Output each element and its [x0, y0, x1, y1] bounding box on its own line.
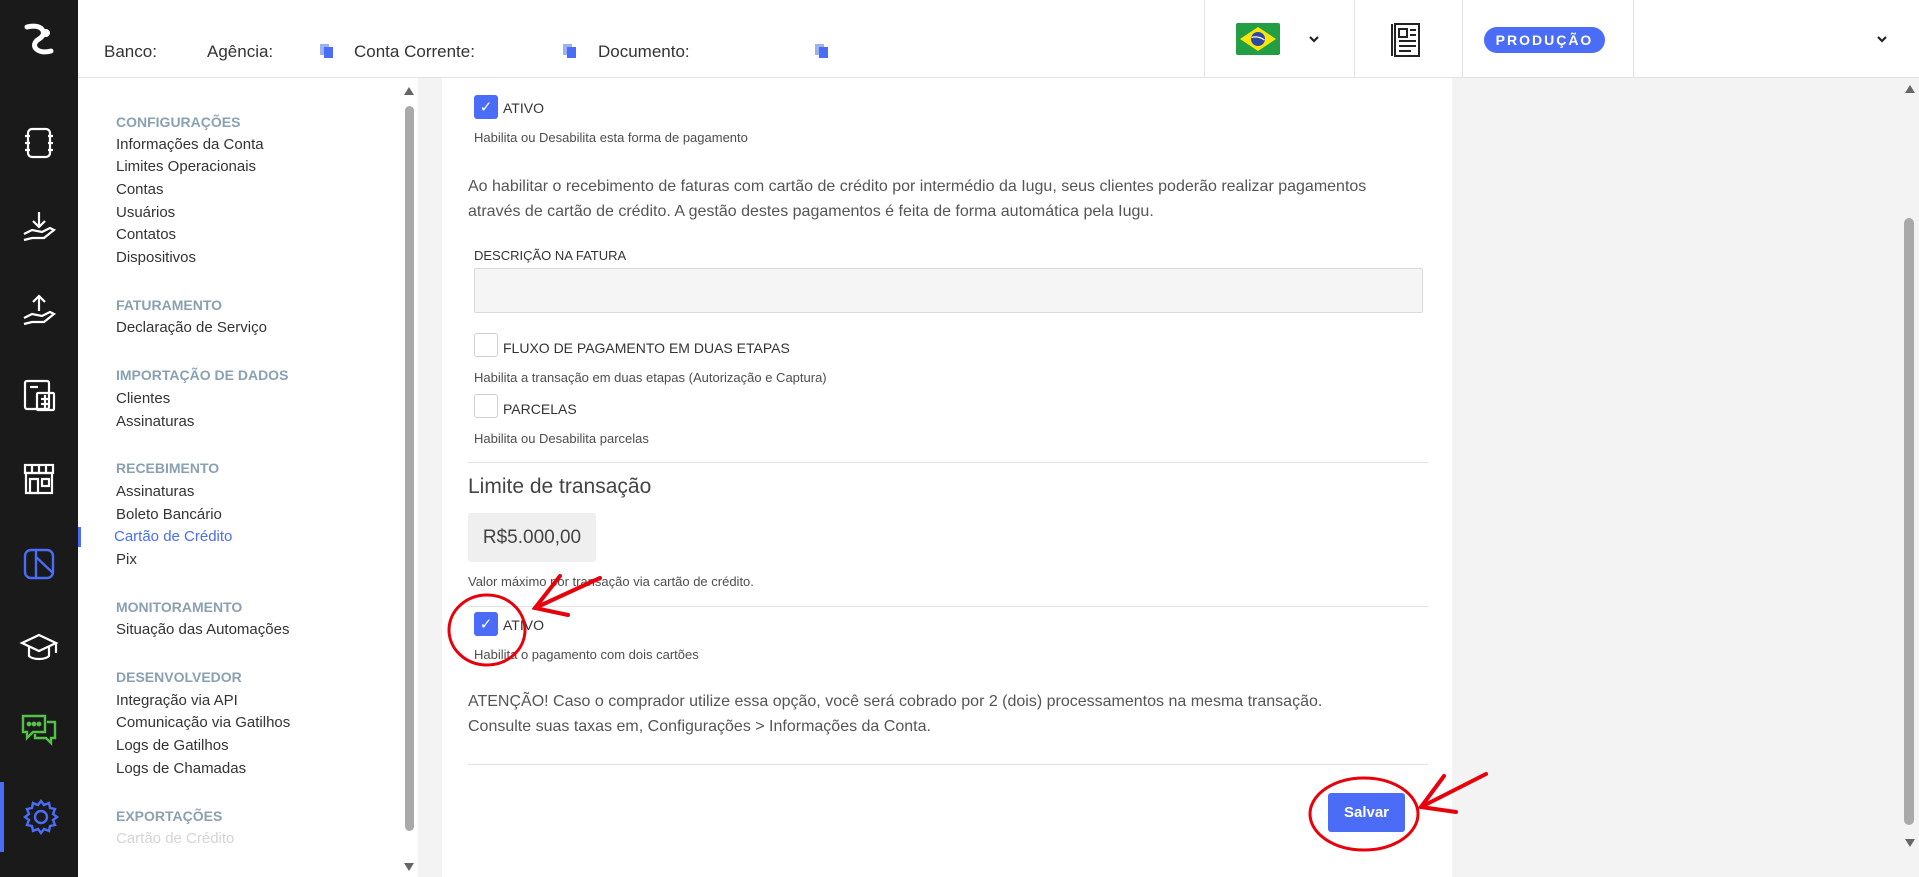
calculator-icon[interactable]: [0, 365, 78, 425]
submenu-item-informacoes-conta[interactable]: Informações da Conta: [116, 136, 264, 153]
submenu-item-logs-chamadas[interactable]: Logs de Chamadas: [116, 760, 246, 777]
divider: [468, 764, 1428, 765]
submenu-item-exportacao-cartao[interactable]: Cartão de Crédito: [116, 830, 234, 847]
submenu-item-clientes[interactable]: Clientes: [116, 390, 170, 407]
submenu-item-usuarios[interactable]: Usuários: [116, 204, 175, 221]
settings-submenu: CONFIGURAÇÕES Informações da Conta Limit…: [78, 78, 418, 877]
ativo-dois-cartoes-label: ATIVO: [503, 617, 544, 633]
submenu-item-dispositivos[interactable]: Dispositivos: [116, 249, 196, 266]
divider: [468, 462, 1428, 463]
banco-label: Banco:: [104, 42, 157, 61]
warning-text-line-2: Consulte suas taxas em, Configurações > …: [468, 718, 931, 735]
documento-label: Documento:: [598, 42, 690, 61]
section-faturamento: FATURAMENTO: [116, 297, 223, 313]
account-chevron-down-icon[interactable]: [1875, 32, 1889, 46]
notebook-icon[interactable]: [0, 113, 78, 173]
submenu-item-situacao-automacoes[interactable]: Situação das Automações: [116, 621, 289, 638]
active-item-marker: [78, 527, 81, 547]
scroll-down-arrow-icon[interactable]: [1904, 838, 1916, 848]
save-button[interactable]: Salvar: [1328, 793, 1405, 832]
agencia-label: Agência:: [207, 42, 274, 61]
fluxo-hint: Habilita a transação em duas etapas (Aut…: [474, 370, 827, 385]
icon-rail: [0, 0, 78, 877]
graduation-cap-icon[interactable]: [0, 618, 78, 678]
submenu-item-comunicacao-gatilhos[interactable]: Comunicação via Gatilhos: [116, 714, 290, 731]
section-desenvolvedor: DESENVOLVEDOR: [116, 669, 242, 685]
scroll-up-arrow-icon[interactable]: [1904, 84, 1916, 94]
credit-card-settings-panel: ✓ ATIVO Habilita ou Desabilita esta form…: [442, 78, 1452, 877]
submenu-item-boleto-bancario[interactable]: Boleto Bancário: [116, 506, 222, 523]
copy-conta-icon[interactable]: [562, 43, 578, 59]
dois-cartoes-hint: Habilita o pagamento com dois cartões: [474, 647, 699, 662]
submenu-scroll-thumb[interactable]: [405, 106, 414, 831]
warning-text-line-1: ATENÇÃO! Caso o comprador utilize essa o…: [468, 693, 1323, 710]
card-slash-icon[interactable]: [0, 534, 78, 594]
submenu-item-contatos[interactable]: Contatos: [116, 226, 176, 243]
topbar-divider: [1204, 0, 1205, 78]
parcelas-checkbox[interactable]: [474, 394, 498, 418]
topbar-divider: [1462, 0, 1463, 78]
section-importacao-dados: IMPORTAÇÃO DE DADOS: [116, 367, 289, 383]
submenu-item-assinaturas[interactable]: Assinaturas: [116, 483, 194, 500]
parcelas-label: PARCELAS: [503, 401, 577, 417]
conta-corrente-label: Conta Corrente:: [354, 42, 475, 61]
chevron-down-icon[interactable]: [1307, 32, 1321, 46]
submenu-item-limites-operacionais[interactable]: Limites Operacionais: [116, 158, 256, 175]
page-scrollbar[interactable]: [1900, 78, 1919, 877]
environment-badge[interactable]: PRODUÇÃO: [1484, 27, 1605, 53]
gear-icon[interactable]: [0, 782, 78, 852]
descricao-label: DESCRIÇÃO NA FATURA: [474, 248, 627, 263]
app-logo-icon[interactable]: [0, 0, 78, 78]
ativo-checkbox[interactable]: ✓: [474, 95, 498, 119]
limite-transacao-title: Limite de transação: [468, 475, 652, 498]
checkmark-icon: ✓: [479, 616, 493, 633]
scroll-down-arrow-icon[interactable]: [403, 862, 415, 872]
brazil-flag-icon[interactable]: [1236, 23, 1280, 55]
app-root: Banco: Agência: Conta Corrente: Document…: [0, 0, 1919, 877]
copy-documento-icon[interactable]: [814, 43, 830, 59]
parcelas-hint: Habilita ou Desabilita parcelas: [474, 431, 649, 446]
submenu-item-pix[interactable]: Pix: [116, 551, 137, 568]
section-configuracoes: CONFIGURAÇÕES: [116, 114, 241, 130]
intro-text-line-1: Ao habilitar o recebimento de faturas co…: [468, 178, 1367, 195]
store-icon[interactable]: [0, 449, 78, 509]
scroll-up-arrow-icon[interactable]: [403, 86, 415, 96]
submenu-item-integracao-api[interactable]: Integração via API: [116, 692, 238, 709]
submenu-item-logs-gatilhos[interactable]: Logs de Gatilhos: [116, 737, 229, 754]
copy-agencia-icon[interactable]: [319, 43, 335, 59]
ativo-label: ATIVO: [503, 100, 544, 116]
submenu-item-assinaturas-importacao[interactable]: Assinaturas: [116, 413, 194, 430]
submenu-scrollbar[interactable]: [400, 78, 418, 877]
section-monitoramento: MONITORAMENTO: [116, 599, 243, 615]
chat-support-icon[interactable]: [0, 699, 78, 759]
page-scroll-thumb[interactable]: [1904, 218, 1914, 825]
section-recebimento: RECEBIMENTO: [116, 460, 220, 476]
fluxo-label: FLUXO DE PAGAMENTO EM DUAS ETAPAS: [503, 340, 790, 356]
ativo-dois-cartoes-checkbox[interactable]: ✓: [474, 612, 498, 636]
fluxo-duas-etapas-checkbox[interactable]: [474, 333, 498, 357]
divider: [468, 606, 1428, 607]
topbar-divider: [1633, 0, 1634, 78]
report-document-icon[interactable]: [1389, 20, 1425, 60]
checkmark-icon: ✓: [479, 99, 493, 116]
section-exportacoes: EXPORTAÇÕES: [116, 808, 223, 824]
send-money-icon[interactable]: [0, 281, 78, 341]
limite-hint: Valor máximo por transação via cartão de…: [468, 574, 754, 589]
receive-money-icon[interactable]: [0, 197, 78, 257]
intro-text-line-2: através de cartão de crédito. A gestão d…: [468, 203, 1154, 220]
topbar-divider: [1354, 0, 1355, 78]
submenu-item-contas[interactable]: Contas: [116, 181, 164, 198]
submenu-item-declaracao-servico[interactable]: Declaração de Serviço: [116, 319, 267, 336]
top-bar: Banco: Agência: Conta Corrente: Document…: [78, 0, 1919, 78]
ativo-hint: Habilita ou Desabilita esta forma de pag…: [474, 130, 748, 145]
descricao-fatura-input[interactable]: [474, 268, 1423, 313]
limite-valor-field[interactable]: R$5.000,00: [468, 513, 596, 562]
submenu-item-cartao-credito[interactable]: Cartão de Crédito: [114, 528, 232, 545]
